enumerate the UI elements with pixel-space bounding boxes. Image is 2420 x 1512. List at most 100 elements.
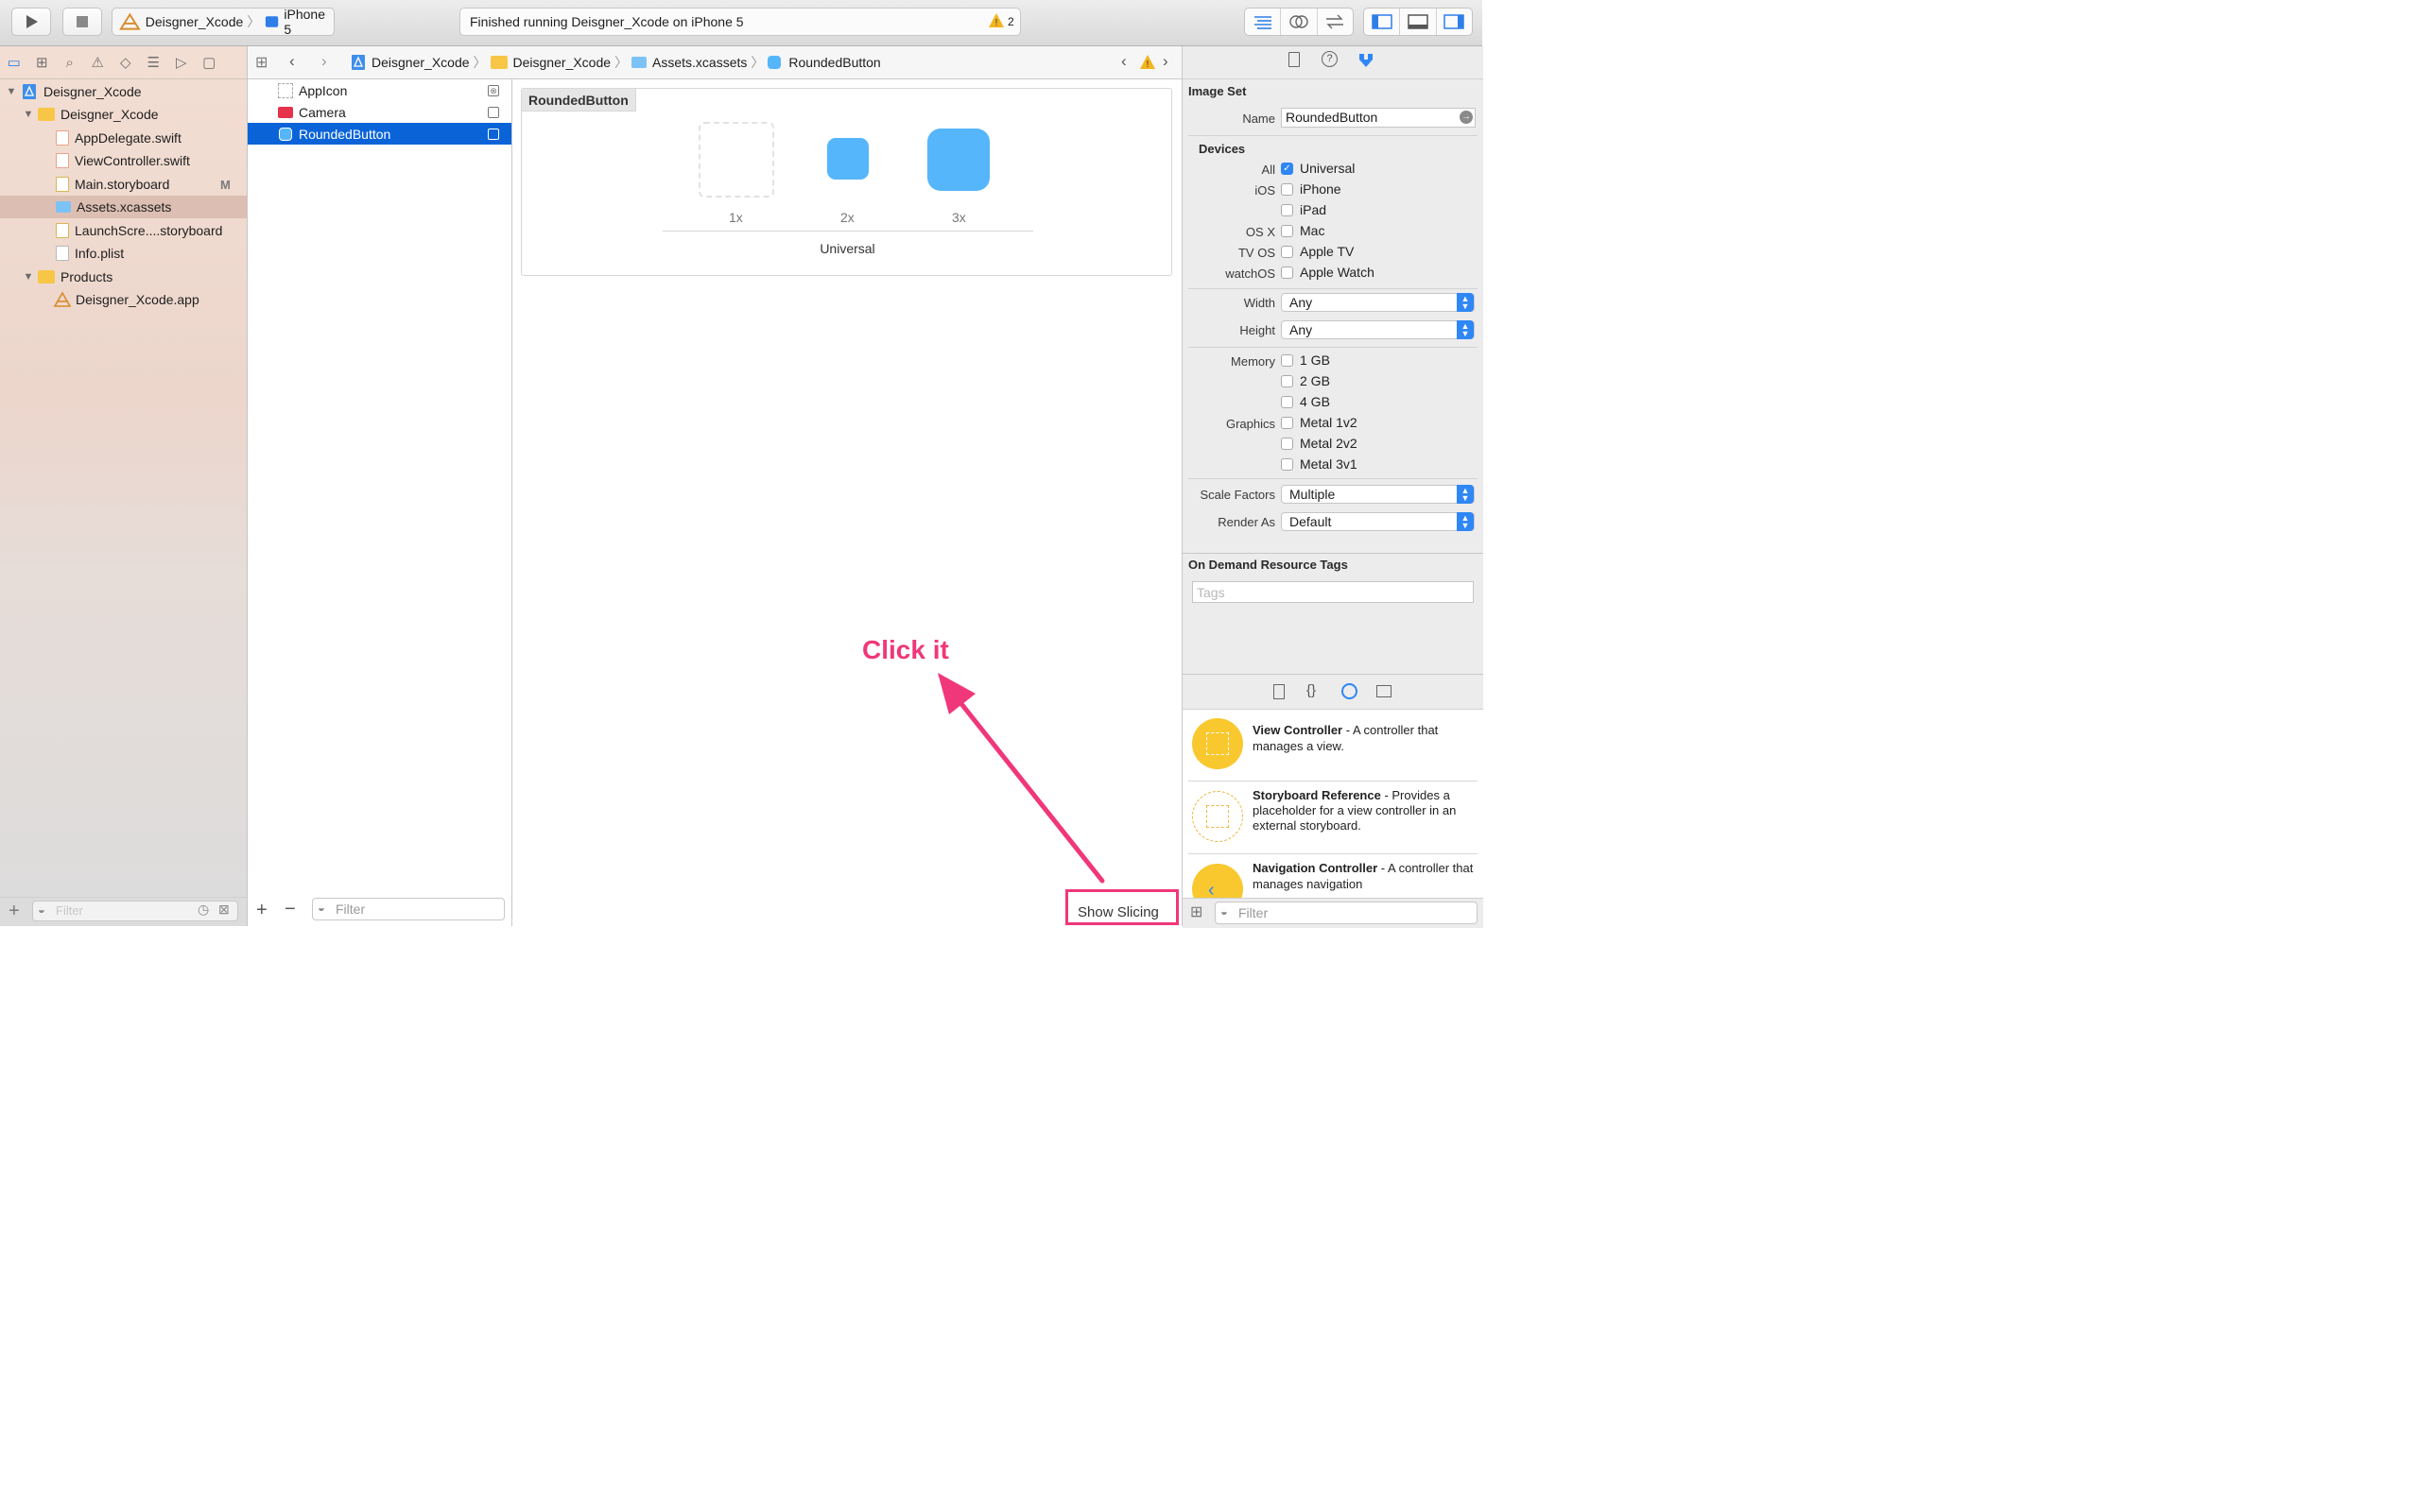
name-field[interactable]: RoundedButton → [1281, 108, 1476, 128]
breadcrumb-item[interactable]: Assets.xcassets [652, 55, 747, 70]
swift-file-icon [56, 153, 69, 168]
add-icon[interactable]: + [256, 900, 268, 921]
checkbox-memory-4gb[interactable] [1281, 396, 1293, 408]
checkbox-metal-3v1[interactable] [1281, 458, 1293, 471]
asset-filter-field[interactable]: ◒ Filter [312, 898, 505, 920]
standard-editor-button[interactable] [1245, 9, 1282, 35]
scm-filter-icon[interactable]: ⊠ [218, 902, 230, 918]
remove-icon[interactable]: − [285, 899, 296, 920]
platform-label: TV OS [1237, 246, 1275, 260]
checkbox-ipad[interactable] [1281, 204, 1293, 216]
disclosure-triangle-icon[interactable]: ▼ [22, 109, 35, 120]
tree-item-project[interactable]: ▼ Deisgner_Xcode [0, 80, 247, 103]
width-popup[interactable]: Any ▲ ▼ [1281, 293, 1475, 312]
help-icon[interactable]: ? [1322, 51, 1338, 67]
checkbox-metal-1v2[interactable] [1281, 417, 1293, 429]
tree-item-group[interactable]: ▼ Deisgner_Xcode [0, 103, 247, 126]
warning-triangle-icon[interactable]: ⚠ [84, 54, 112, 71]
name-value: RoundedButton [1286, 110, 1378, 125]
next-issue-icon[interactable]: › [1163, 52, 1168, 71]
navigator-filter-field[interactable]: ◒ Filter ◷ ⊠ [32, 901, 238, 921]
symbol-hierarchy-icon[interactable]: ⊞ [28, 54, 57, 71]
object-library-icon[interactable] [1341, 683, 1357, 699]
file-template-icon[interactable] [1273, 684, 1285, 699]
tags-field[interactable]: Tags [1192, 581, 1474, 603]
asset-row-camera[interactable]: Camera [248, 101, 511, 123]
back-chevron-icon[interactable]: ‹ [289, 52, 295, 71]
asset-row-label: AppIcon [299, 82, 348, 98]
checkbox-apple-watch[interactable] [1281, 266, 1293, 279]
tree-item-group[interactable]: ▼ Products [0, 266, 247, 288]
report-bubble-icon[interactable]: ▢ [196, 54, 224, 71]
forward-chevron-icon[interactable]: › [321, 52, 327, 71]
related-items-grid-icon[interactable]: ⊞ [255, 53, 268, 72]
checkbox-memory-2gb[interactable] [1281, 375, 1293, 387]
folder-icon[interactable]: ▭ [0, 54, 28, 71]
tree-item-file[interactable]: ViewController.swift [0, 149, 247, 172]
swift-file-icon [56, 130, 69, 146]
run-button[interactable] [11, 8, 51, 36]
toggle-utilities-button[interactable] [1437, 9, 1472, 35]
platform-label: All [1261, 163, 1275, 177]
show-slicing-button[interactable]: Show Slicing [1065, 889, 1179, 925]
library-item-navigation-controller[interactable]: ‹ Navigation Controller - A controller t… [1188, 854, 1478, 898]
checkbox-label: iPhone [1300, 181, 1341, 197]
tree-item-file[interactable]: Main.storyboard M [0, 173, 247, 196]
tree-item-file[interactable]: Deisgner_Xcode.app [0, 288, 247, 311]
warning-icon[interactable]: ! [988, 12, 1005, 32]
play-icon [26, 15, 38, 28]
render-as-popup[interactable]: Default ▲ ▼ [1281, 512, 1475, 531]
disclosure-triangle-icon[interactable]: ▼ [22, 271, 35, 283]
toggle-navigator-button[interactable] [1364, 9, 1401, 35]
debug-list-icon[interactable]: ☰ [140, 54, 168, 71]
library-filter-field[interactable]: ◒ Filter [1215, 902, 1478, 924]
tree-item-file[interactable]: Info.plist [0, 242, 247, 265]
toggle-debug-area-button[interactable] [1400, 9, 1437, 35]
assistant-editor-button[interactable] [1281, 9, 1318, 35]
right-panel-icon [1443, 14, 1465, 29]
warning-icon[interactable]: ! [1139, 54, 1156, 74]
tree-item-file-selected[interactable]: Assets.xcassets [0, 196, 247, 218]
disclosure-triangle-icon[interactable]: ▼ [5, 86, 18, 97]
recent-clock-icon[interactable]: ◷ [198, 902, 209, 918]
library-item-view-controller[interactable]: View Controller - A controller that mana… [1188, 714, 1478, 782]
go-arrow-icon[interactable]: → [1460, 111, 1473, 124]
tree-item-label: Main.storyboard [75, 177, 170, 192]
checkbox-metal-2v2[interactable] [1281, 438, 1293, 450]
tree-item-file[interactable]: LaunchScre....storyboard [0, 219, 247, 242]
media-library-icon[interactable] [1376, 685, 1392, 697]
checkbox-label: Universal [1300, 161, 1356, 176]
checkbox-iphone[interactable] [1281, 183, 1293, 196]
breadcrumb-item[interactable]: Deisgner_Xcode [513, 55, 612, 70]
jump-bar: ⊞ ‹ › Deisgner_Xcode 〉 Deisgner_Xcode 〉 … [248, 46, 1182, 79]
scale-factors-popup[interactable]: Multiple ▲ ▼ [1281, 485, 1475, 504]
library-item-storyboard-reference[interactable]: Storyboard Reference - Provides a placeh… [1188, 782, 1478, 854]
search-icon[interactable]: ⌕ [56, 55, 84, 71]
breakpoint-icon[interactable]: ▷ [167, 54, 196, 71]
tree-item-label: Deisgner_Xcode.app [76, 292, 199, 307]
height-popup[interactable]: Any ▲ ▼ [1281, 320, 1475, 339]
library-item-title: Navigation Controller [1253, 861, 1378, 875]
breadcrumb-item[interactable]: Deisgner_Xcode [372, 55, 470, 70]
checkbox-mac[interactable] [1281, 225, 1293, 237]
attributes-inspector-icon[interactable] [1357, 51, 1375, 70]
checkbox-apple-tv[interactable] [1281, 246, 1293, 258]
asset-row-appicon[interactable]: AppIcon ⊗ [248, 79, 511, 101]
memory-label: Memory [1231, 354, 1275, 369]
code-snippet-icon[interactable]: {} [1306, 682, 1316, 698]
version-editor-button[interactable] [1318, 9, 1353, 35]
asset-row-roundedbutton-selected[interactable]: RoundedButton [248, 123, 511, 145]
checkbox-label: 2 GB [1300, 373, 1330, 388]
checkbox-universal[interactable]: ✓ [1281, 163, 1293, 175]
scheme-selector[interactable]: Deisgner_Xcode 〉 iPhone 5 [112, 7, 335, 37]
grid-view-icon[interactable]: ⊞ [1190, 902, 1202, 921]
checkbox-memory-1gb[interactable] [1281, 354, 1293, 367]
stop-button[interactable] [62, 8, 102, 36]
diamond-test-icon[interactable]: ◇ [112, 54, 140, 71]
height-label: Height [1239, 323, 1275, 337]
tree-item-file[interactable]: AppDelegate.swift [0, 127, 247, 149]
prev-issue-icon[interactable]: ‹ [1121, 52, 1127, 71]
file-inspector-icon[interactable] [1288, 52, 1300, 67]
breadcrumb-item[interactable]: RoundedButton [788, 55, 880, 70]
add-icon[interactable]: + [9, 901, 20, 922]
